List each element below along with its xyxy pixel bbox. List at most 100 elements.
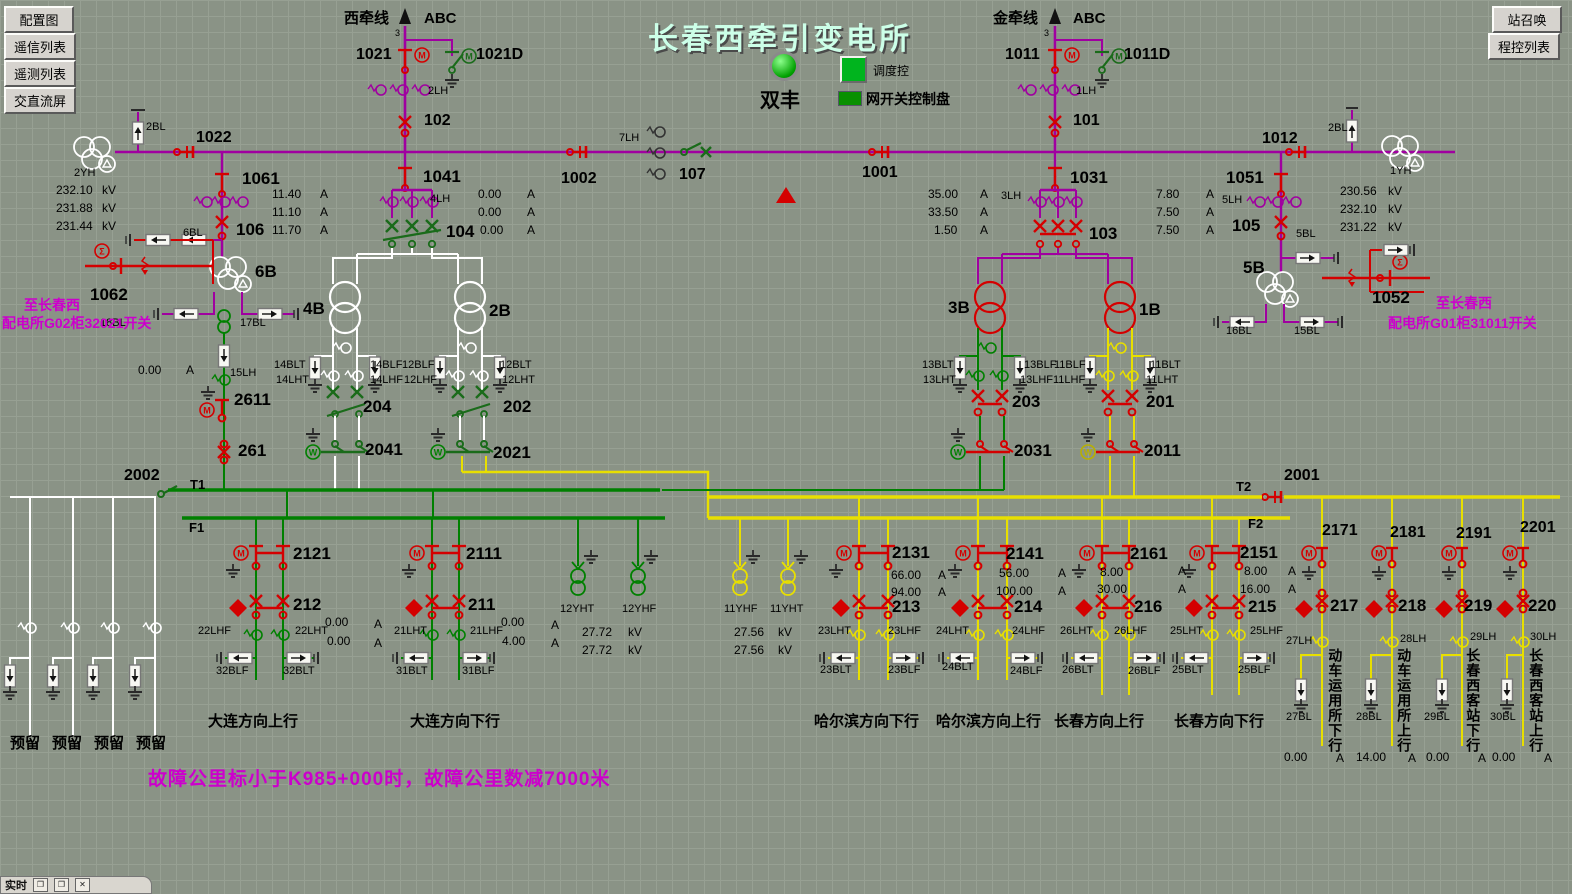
disc-2201: 2201: [1520, 520, 1556, 536]
nav-yaoxin-button[interactable]: 遥信列表: [4, 33, 76, 60]
pt-12YHF: 12YHF: [622, 604, 656, 615]
fuse-29BL: 29BL: [1424, 712, 1450, 723]
fuse-6BL: 6BL: [183, 228, 203, 239]
u-211-2: A: [551, 637, 559, 649]
fuse-17BL: 17BL: [240, 318, 266, 329]
motor-icon: W: [309, 447, 318, 457]
ct-icon: [466, 343, 476, 353]
tx-2B: 2B: [489, 302, 511, 319]
val-103-l1: 35.00: [928, 188, 958, 200]
station-call-button[interactable]: 站召唤: [1492, 6, 1562, 33]
node: [1037, 241, 1043, 247]
u-103-l2: A: [980, 206, 988, 218]
brk-101: 101: [1073, 113, 1100, 129]
switch-107: [687, 143, 701, 150]
brk-261: 261: [238, 442, 266, 459]
val-216-2: 30.00: [1097, 583, 1127, 595]
disc-1052: 1052: [1372, 289, 1410, 306]
unit-2yh-1: kV: [102, 184, 116, 196]
nav-config-button[interactable]: 配置图: [4, 6, 74, 33]
disc-2171: 2171: [1322, 523, 1358, 539]
fuse-13BLT: 13BLT: [922, 360, 954, 371]
val-103-r1: 7.80: [1156, 188, 1179, 200]
motor-icon: M: [203, 405, 211, 415]
u-220: A: [1544, 752, 1552, 764]
u-212-2: A: [374, 637, 382, 649]
ct-icon: [1026, 85, 1036, 95]
motor-icon: W: [1084, 447, 1093, 457]
val-214-1: 56.00: [999, 567, 1029, 579]
disc-2131: 2131: [892, 544, 930, 561]
nav-acdc-button[interactable]: 交直流屏: [4, 87, 76, 114]
u-214-1: A: [1058, 567, 1066, 579]
fuse-28BL: 28BL: [1356, 712, 1382, 723]
fuse-11BLT: 11BLT: [1150, 360, 1181, 371]
ct-icon: [376, 85, 386, 95]
node: [1055, 241, 1061, 247]
transformer-icon: [455, 303, 485, 333]
motor-icon: M: [1083, 548, 1091, 558]
u-106-2: A: [320, 206, 328, 218]
sw-202: 202: [503, 398, 531, 415]
fuse-26BLF: 26BLF: [1128, 666, 1160, 677]
transformer-icon: [103, 160, 111, 167]
ct-11LHT: 11LHT: [1146, 375, 1178, 386]
disc-1011D: 1011D: [1124, 47, 1170, 63]
window-restore-icon[interactable]: ❐: [54, 878, 69, 892]
wire: [462, 472, 708, 518]
val-2yh-3: 231.44: [56, 220, 93, 232]
val-104-3: 0.00: [480, 224, 503, 236]
note-east-1: 至长春西: [1436, 296, 1492, 310]
ct-icon: [655, 127, 665, 137]
reserved-1: 预留: [10, 736, 40, 751]
brk-218: 218: [1398, 597, 1426, 614]
ct-icon: [398, 85, 408, 95]
val-103-l2: 33.50: [928, 206, 958, 218]
ct-11LHF: 11LHF: [1053, 375, 1085, 386]
brk-213: 213: [892, 598, 920, 615]
station-led-label: 双丰: [760, 84, 800, 113]
disc-2002: 2002: [124, 468, 160, 484]
motor-icon: M: [1445, 548, 1453, 558]
val-219: 0.00: [1426, 751, 1449, 763]
ct-12LHF: 12LHF: [404, 375, 437, 386]
ct-icon: [655, 169, 665, 179]
motor-icon: M: [959, 548, 967, 558]
ct-26LHF: 26LHF: [1114, 626, 1147, 637]
ct-23LHT: 23LHT: [818, 626, 851, 637]
disconnector-icon: [1262, 494, 1268, 500]
motor-icon: M: [1506, 548, 1514, 558]
val-103-r2: 7.50: [1156, 206, 1179, 218]
bus-T2: T2: [1236, 480, 1251, 493]
reserved-2: 预留: [52, 736, 82, 751]
brk-214: 214: [1014, 598, 1042, 615]
fuse-31BLT: 31BLT: [396, 666, 428, 677]
val-212-2: 0.00: [327, 635, 350, 647]
dispatch-control-indicator[interactable]: [840, 56, 867, 83]
wire: [1301, 655, 1322, 680]
unit-1yh-1: kV: [1388, 185, 1402, 197]
transformer-icon: [330, 303, 360, 333]
brk-201: 201: [1146, 393, 1174, 410]
pt-12YHT: 12YHT: [560, 604, 594, 615]
window-restore-icon[interactable]: ❐: [33, 878, 48, 892]
unit-2yh-3: kV: [102, 220, 116, 232]
close-icon[interactable]: ✕: [75, 878, 90, 892]
u-219: A: [1478, 752, 1486, 764]
sw-107: 107: [679, 167, 706, 183]
motor-icon: M: [1305, 548, 1313, 558]
val-215-2: 16.00: [1240, 583, 1270, 595]
unit-12yh-1: kV: [628, 626, 642, 638]
motor-icon: M: [1068, 50, 1076, 60]
dir-dalian-down: 大连方向下行: [410, 714, 500, 729]
nav-yaoce-button[interactable]: 遥测列表: [4, 60, 76, 87]
program-list-button[interactable]: 程控列表: [1488, 33, 1560, 60]
unit-11yh-2: kV: [778, 644, 792, 656]
brk-106: 106: [236, 221, 264, 238]
dir-changchun-up: 长春方向上行: [1054, 714, 1144, 729]
pt-11YHF: 11YHF: [724, 604, 757, 615]
west-ct-count: 3: [395, 29, 400, 38]
taskbar-fragment[interactable]: 实时 ❐ ❐ ✕: [0, 876, 152, 894]
ct-26LHT: 26LHT: [1060, 626, 1093, 637]
unit-1yh-3: kV: [1388, 221, 1402, 233]
